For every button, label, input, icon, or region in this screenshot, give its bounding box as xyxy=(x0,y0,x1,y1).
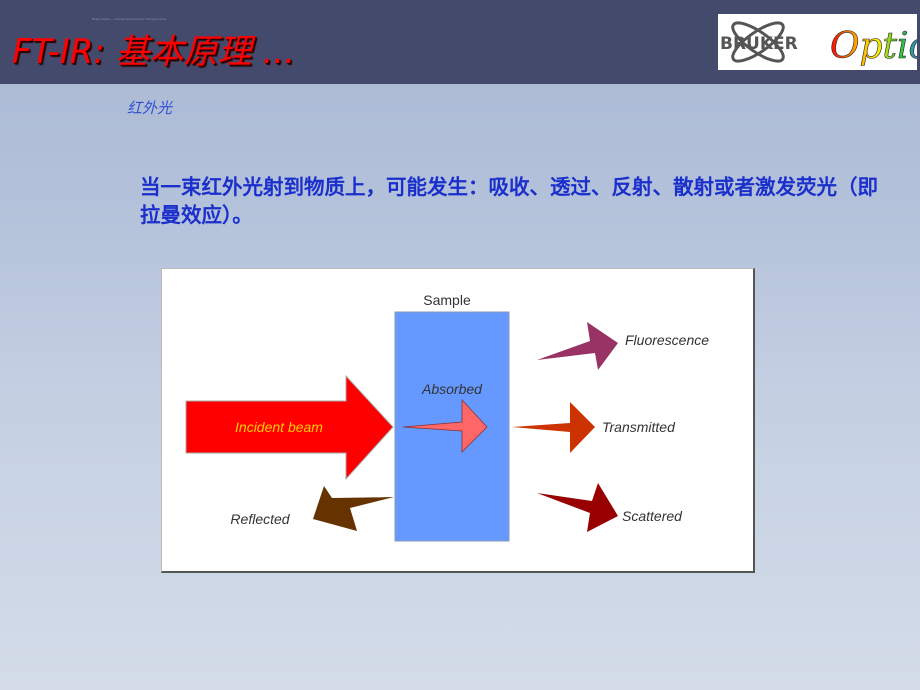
interaction-diagram: Sample Incident beam Absorbed Reflected … xyxy=(161,268,755,573)
scattered-arrow xyxy=(537,483,618,532)
reflected-label: Reflected xyxy=(230,511,290,527)
transmitted-label: Transmitted xyxy=(602,419,676,435)
subtitle: 红外光 xyxy=(127,99,173,117)
header-bar: Bruker Optics — Infrared Spectroscopy Tr… xyxy=(0,0,920,84)
page-title: FT-IR: 基本原理 ... xyxy=(12,32,295,72)
transmitted-arrow xyxy=(512,402,595,453)
fluorescence-arrow xyxy=(537,322,618,370)
reflected-arrow xyxy=(313,486,394,531)
sample-label: Sample xyxy=(423,292,471,308)
scattered-label: Scattered xyxy=(622,508,683,524)
logo-brand-text: BRUKER xyxy=(720,34,798,54)
body-paragraph: 当一束红外光射到物质上，可能发生：吸收、透过、反射、散射或者激发荧光（即拉曼效应… xyxy=(140,175,878,227)
fluorescence-label: Fluorescence xyxy=(625,332,709,348)
bruker-optics-logo: BRUKER Optics xyxy=(718,14,920,70)
logo-script-text: Optics xyxy=(830,26,917,67)
incident-beam-label: Incident beam xyxy=(235,419,323,435)
absorbed-label: Absorbed xyxy=(421,381,483,397)
header-fineprint: Bruker Optics — Infrared Spectroscopy Tr… xyxy=(92,17,167,21)
